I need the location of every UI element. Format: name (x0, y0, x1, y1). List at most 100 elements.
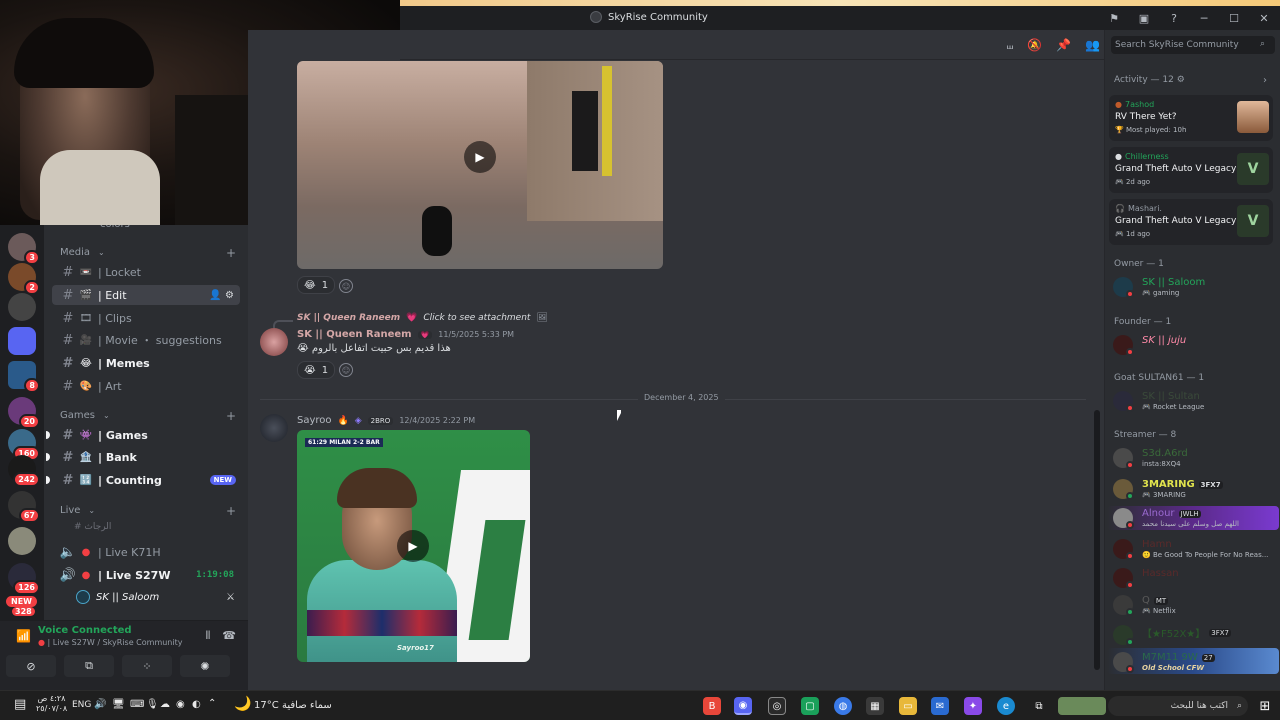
category-games[interactable]: Games ⌄ + (60, 409, 236, 423)
channel-memes[interactable]: # 😂 | Memes (52, 353, 240, 373)
pin-icon[interactable]: 📌 (1056, 38, 1071, 53)
message-author[interactable]: Sayroo (297, 415, 332, 426)
reaction-pill[interactable]: 😭 1 (297, 361, 336, 379)
member-item[interactable]: SK || juju (1113, 332, 1277, 358)
channel-movie-suggestions[interactable]: # 🎥 | Movie ・ suggestions (52, 330, 240, 350)
chevron-up-icon[interactable]: ⌃ (208, 698, 216, 709)
network-icon[interactable]: 🖥 (112, 699, 125, 710)
member-item[interactable]: 3MARING 3FX7 🎮 3MARING (1113, 476, 1277, 502)
screen-share-button[interactable]: ⧉ (64, 655, 114, 677)
activity-card[interactable]: ● 7ashod RV There Yet? 🏆 Most played: 10h (1109, 95, 1273, 141)
reaction-pill[interactable]: 😂 1 (297, 276, 336, 294)
cloud-icon[interactable]: ☁ (160, 699, 170, 710)
app-icon[interactable]: ▢ (801, 697, 819, 715)
video-attachment[interactable]: ▶ (297, 61, 663, 269)
category-live[interactable]: Live ⌄ + (60, 504, 236, 518)
channel-art[interactable]: # 🎨 | Art (52, 376, 240, 396)
tray-app-icon[interactable]: ◐ (192, 699, 201, 710)
server-icon[interactable]: 160 (8, 429, 40, 461)
discord-tray-icon[interactable]: ◉ (176, 699, 185, 710)
member-item[interactable]: M7M11 9W 27 Old School CFW (1113, 649, 1277, 675)
member-item[interactable]: SK || Sultan 🎮 Rocket League (1113, 388, 1277, 414)
chat-scrollbar[interactable] (1094, 410, 1100, 670)
clock[interactable]: ٤:٢٨ ص ٢٥/٠٧/٠٨ (36, 694, 67, 714)
activities-button[interactable]: ⁘ (122, 655, 172, 677)
channel-settings-icons[interactable]: 👤 ⚙ (209, 290, 234, 301)
soundboard-button[interactable]: ✺ (180, 655, 230, 677)
category-media[interactable]: Media ⌄ + (60, 246, 236, 260)
camera-off-button[interactable]: ⊘ (6, 655, 56, 677)
flag-icon[interactable]: ⚑ (1106, 10, 1122, 26)
voice-channel-live-s27w[interactable]: 🔊 ● | Live S27W 1:19:08 (52, 565, 240, 585)
play-icon[interactable]: ▶ (397, 530, 429, 562)
reply-preview[interactable]: SK || Queen Raneem 💗 Click to see attach… (297, 313, 548, 323)
threads-icon[interactable]: ⧢ (1007, 38, 1013, 53)
member-item[interactable]: Hamn 🙂 Be Good To People For No Reas... (1113, 536, 1277, 562)
noise-suppression-icon[interactable]: ⫴ (206, 629, 211, 643)
server-icon[interactable]: 126 (8, 563, 40, 595)
obs-icon[interactable]: ◎ (768, 697, 786, 715)
minimize-icon[interactable]: ─ (1196, 10, 1212, 26)
server-icon[interactable] (8, 293, 36, 321)
member-item[interactable]: S3d.A6rd insta:8XQ4 (1113, 445, 1277, 471)
new-servers-pill[interactable]: NEW (6, 596, 37, 607)
microphone-icon[interactable]: 🎙 (146, 699, 159, 710)
add-channel-icon[interactable]: + (226, 246, 236, 260)
language-indicator[interactable]: ENG (72, 700, 91, 710)
channel-edit[interactable]: # 🎬 | Edit 👤 ⚙ (52, 285, 240, 305)
search-input[interactable] (1111, 36, 1275, 54)
server-icon[interactable]: 8 (8, 361, 40, 393)
channel-counting[interactable]: # 🔢 | Counting NEW (46, 470, 240, 490)
voice-participant[interactable]: SK || Saloom ⚔ (76, 590, 235, 604)
chrome-icon[interactable]: ◍ (834, 697, 852, 715)
edge-icon[interactable]: e (997, 697, 1015, 715)
avatar[interactable] (260, 414, 288, 442)
member-item[interactable]: SK || Saloom 🎮 gaming (1113, 274, 1277, 300)
brave-icon[interactable]: B (703, 697, 721, 715)
video-attachment[interactable]: 61:29 MILAN 2-2 BAR Sayroo17 ▶ (297, 430, 530, 662)
member-item[interactable]: Alnour JWLH اللهم صل وسلم على سيدنا محمد (1113, 505, 1277, 531)
member-item[interactable]: 【★F52X★】 3FX7 (1113, 622, 1277, 648)
member-item[interactable]: Q MT 🎮 Netflix (1113, 592, 1277, 618)
gear-icon[interactable]: ⚙ (1177, 75, 1185, 85)
notification-icon[interactable]: ▤ (14, 697, 26, 712)
activity-card[interactable]: 🎧 Mashari. Grand Theft Auto V Legacy 🎮 1d… (1109, 199, 1273, 245)
weather-text[interactable]: سماء صافية (282, 700, 332, 711)
volume-icon[interactable]: 🔊 (94, 699, 106, 710)
server-icon[interactable]: 20 (8, 397, 40, 429)
channel-clips[interactable]: # 🎞 | Clips (52, 308, 240, 328)
avatar[interactable] (260, 328, 288, 356)
server-folder-icon[interactable] (8, 327, 36, 355)
add-reaction-icon[interactable]: ☺ (339, 279, 353, 293)
add-reaction-icon[interactable]: ☺ (339, 363, 353, 377)
server-icon[interactable]: 67 (8, 491, 40, 523)
channel-games[interactable]: # 👾 | Games (46, 425, 240, 445)
widget-thumbnail[interactable] (1058, 697, 1106, 715)
member-list-icon[interactable]: 👥 (1085, 38, 1100, 53)
channel-locket[interactable]: # 📼 | Locket (52, 262, 240, 282)
maximize-icon[interactable]: ☐ (1226, 10, 1242, 26)
server-icon[interactable]: 242 (8, 455, 40, 487)
message-author[interactable]: SK || Queen Raneem (297, 329, 412, 340)
channel-bank[interactable]: # 🏦 | Bank (46, 447, 240, 467)
file-explorer-icon[interactable]: ▭ (899, 697, 917, 715)
chevron-right-icon[interactable]: › (1263, 75, 1267, 86)
close-icon[interactable]: ✕ (1256, 10, 1272, 26)
tray-icon[interactable]: ⌨ (130, 699, 144, 710)
add-channel-icon[interactable]: + (226, 504, 236, 518)
windows-start-icon[interactable]: ⊞ (1256, 697, 1274, 715)
disconnect-icon[interactable]: ☎ (222, 629, 236, 643)
weather-temp[interactable]: 17°C (254, 700, 279, 711)
add-channel-icon[interactable]: + (226, 409, 236, 423)
server-icon[interactable]: 2 (8, 263, 40, 295)
voice-channel-live-k71h[interactable]: 🔈 ● | Live K71H (52, 542, 240, 562)
taskbar-search[interactable]: اكتب هنا للبحث ⌕ (1108, 696, 1248, 716)
task-view-icon[interactable]: ⧉ (1030, 697, 1048, 715)
server-icon[interactable]: 3 (8, 233, 40, 265)
mute-notifications-icon[interactable]: 🔕 (1027, 38, 1042, 53)
discord-icon[interactable]: ◉ (734, 697, 752, 715)
activity-card[interactable]: ● Chillerness Grand Theft Auto V Legacy 🎮… (1109, 147, 1273, 193)
help-icon[interactable]: ? (1166, 10, 1182, 26)
member-item[interactable]: Hassan (1113, 565, 1277, 591)
play-icon[interactable]: ▶ (464, 141, 496, 173)
